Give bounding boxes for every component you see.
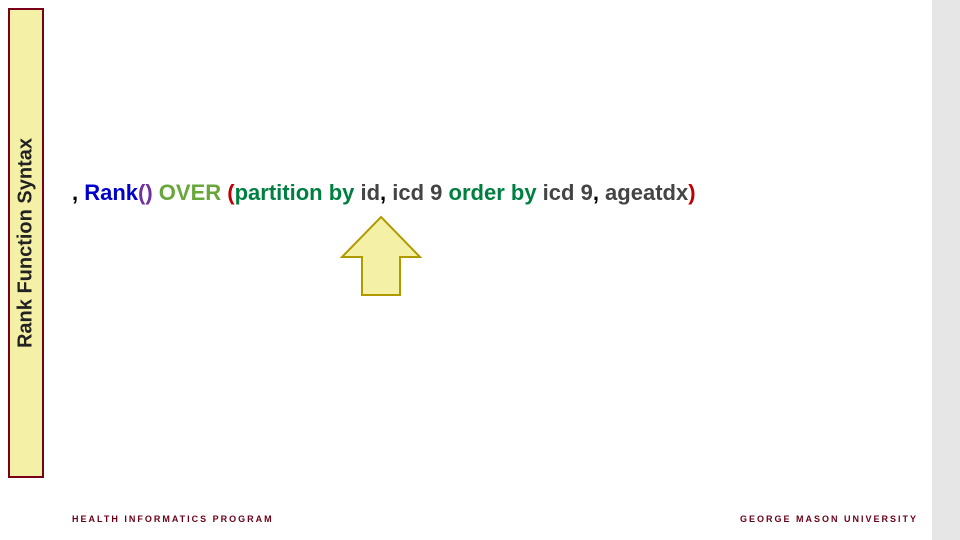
code-paren-close-1: ) bbox=[145, 180, 152, 205]
code-paren-open-2: ( bbox=[227, 180, 234, 205]
sidebar-title-box: Rank Function Syntax bbox=[8, 8, 44, 478]
code-icd9-b: icd 9 bbox=[543, 180, 593, 205]
code-comma-1: , bbox=[380, 180, 392, 205]
code-rank: Rank bbox=[84, 180, 138, 205]
code-ageatdx: ageatdx bbox=[605, 180, 688, 205]
code-over: OVER bbox=[153, 180, 228, 205]
slide: Rank Function Syntax , Rank() OVER (part… bbox=[0, 0, 960, 540]
footer-left: HEALTH INFORMATICS PROGRAM bbox=[72, 514, 274, 524]
code-line: , Rank() OVER (partition by id, icd 9 or… bbox=[72, 180, 696, 206]
code-comma-2: , bbox=[593, 180, 605, 205]
code-order-by: order by bbox=[442, 180, 542, 205]
up-arrow-icon bbox=[340, 215, 422, 300]
code-icd9-a: icd 9 bbox=[392, 180, 442, 205]
code-partition-by: partition by bbox=[235, 180, 361, 205]
sidebar-title: Rank Function Syntax bbox=[15, 138, 38, 348]
footer-right: GEORGE MASON UNIVERSITY bbox=[740, 514, 918, 524]
code-paren-close-2: ) bbox=[688, 180, 695, 205]
right-gutter bbox=[932, 0, 960, 540]
code-id: id bbox=[360, 180, 380, 205]
code-lead: , bbox=[72, 180, 84, 205]
